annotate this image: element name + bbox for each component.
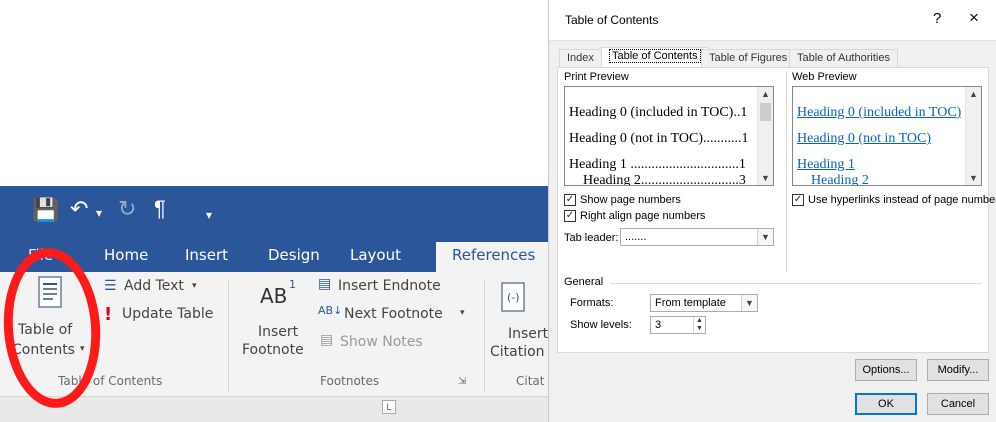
insert-citation-label-line2: Citation [490,344,545,360]
preview-divider [786,72,787,272]
tab-table-of-contents[interactable]: Table of Contents [601,47,709,68]
general-divider [610,283,982,284]
show-levels-label: Show levels: [570,319,632,331]
use-hyperlinks-label: Use hyperlinks instead of page numbers [808,194,996,206]
tab-layout[interactable]: Layout [350,242,401,272]
spinner-arrows-icon[interactable]: ▲ ▼ [693,317,705,333]
options-button[interactable]: Options... [855,359,917,381]
scroll-down-icon[interactable]: ▼ [969,173,978,183]
general-label: General [564,276,604,288]
tab-table-of-figures[interactable]: Table of Figures [701,49,796,68]
tab-table-of-figures-label: Table of Figures [709,52,788,64]
tab-leader-value: ....... [625,231,647,243]
modify-button[interactable]: Modify... [927,359,989,381]
tab-selector-icon[interactable]: L [382,400,396,414]
group-separator [484,280,485,392]
print-preview-scrollbar[interactable]: ▲ ▼ [757,87,773,185]
insert-endnote-icon: ▤ [318,276,332,292]
citations-group-label: Citat [516,374,545,388]
insert-footnote-label-line2: Footnote [242,342,304,358]
print-preview-line: Heading 0 (included in TOC)..1 [569,105,748,120]
footnote-superscript-icon: 1 [289,278,296,291]
web-preview-link: Heading 2 [811,173,869,186]
web-preview-link: Heading 0 (not in TOC) [797,131,932,146]
dialog-client-area: Index Table of Contents Table of Figures… [549,40,996,422]
insert-footnote-label-line1: Insert [258,324,299,340]
web-preview-box[interactable]: Heading 0 (included in TOC) Heading 0 (n… [792,86,982,186]
toc-tab-panel: Print Preview Heading 0 (included in TOC… [557,67,996,353]
web-preview-scrollbar[interactable]: ▲ ▼ [965,87,981,185]
checkmark-icon: ✓ [564,210,576,222]
print-preview-line: Heading 0 (not in TOC)...........1 [569,131,749,146]
help-icon[interactable]: ? [933,10,941,27]
tab-table-of-authorities[interactable]: Table of Authorities [789,49,898,68]
undo-icon[interactable]: ↶ [70,198,88,220]
word-ribbon: 💾 ↶ ▾ ↻ ¶ ▾ File Home Insert Design Layo… [0,186,548,422]
scroll-up-icon[interactable]: ▲ [761,89,770,99]
chevron-down-icon: ▼ [741,295,757,311]
update-table-label: Update Table [122,306,214,322]
tab-index[interactable]: Index [559,49,602,68]
undo-dropdown-icon[interactable]: ▾ [96,202,102,224]
show-levels-stepper[interactable]: 3 ▲ ▼ [650,316,706,334]
next-footnote-dropdown-icon: ▾ [460,308,465,318]
update-table-icon: ! [104,304,113,325]
web-preview-label: Web Preview [792,71,857,83]
tab-design[interactable]: Design [268,242,320,272]
right-align-label: Right align page numbers [580,210,706,222]
cancel-button[interactable]: Cancel [927,393,989,415]
show-levels-value: 3 [655,319,662,331]
close-icon[interactable]: × [969,8,979,28]
tab-leader-label: Tab leader: [564,232,619,244]
chevron-down-icon: ▼ [757,229,773,245]
ruler-strip: L [0,396,548,422]
add-text-dropdown-icon: ▾ [192,281,197,291]
citation-icon: (-) [501,282,525,312]
tab-references[interactable]: References [436,242,548,272]
checkmark-icon: ✓ [792,194,804,206]
tab-index-label: Index [567,52,594,64]
scroll-up-icon[interactable]: ▲ [969,89,978,99]
quick-access-toolbar: 💾 ↶ ▾ ↻ ¶ ▾ [0,186,548,236]
ok-button[interactable]: OK [855,393,917,415]
paragraph-mark-icon[interactable]: ¶ [154,198,166,220]
formats-select[interactable]: From template ▼ [650,294,758,312]
dialog-title: Table of Contents [565,13,659,27]
print-preview-label: Print Preview [564,71,629,83]
print-preview-line: Heading 2............................3 [583,173,746,186]
show-notes-icon: ▤ [320,332,334,348]
insert-endnote-label: Insert Endnote [338,278,441,294]
tab-insert[interactable]: Insert [185,242,228,272]
formats-label: Formats: [570,297,614,309]
save-icon[interactable]: 💾 [32,199,59,221]
toc-dialog: Table of Contents ? × Index Table of Con… [548,0,996,422]
redo-icon[interactable]: ↻ [118,198,136,220]
show-notes-label: Show Notes [340,334,423,350]
footnote-icon: AB [260,284,288,308]
web-preview-link: Heading 1 [797,157,855,172]
ribbon-tabs: File Home Insert Design Layout Reference… [0,236,548,272]
formats-value: From template [655,297,726,309]
tab-table-of-authorities-label: Table of Authorities [797,52,890,64]
tab-table-of-contents-label: Table of Contents [609,49,701,63]
customize-toolbar-icon[interactable]: ▾ [206,204,212,226]
tab-leader-select[interactable]: ....... ▼ [620,228,774,246]
next-footnote-label: Next Footnote [344,306,443,322]
insert-citation-label-line1: Insert [508,326,548,342]
svg-text:(-): (-) [507,291,520,304]
add-text-icon: ☰ [104,278,117,294]
add-text-label: Add Text [124,278,184,294]
show-page-numbers-label: Show page numbers [580,194,681,206]
tab-home[interactable]: Home [104,242,148,272]
scroll-down-icon[interactable]: ▼ [761,173,770,183]
footnotes-group-label: Footnotes [320,374,380,388]
scroll-thumb[interactable] [760,103,771,121]
web-preview-link: Heading 0 (included in TOC) [797,105,962,120]
checkmark-icon: ✓ [564,194,576,206]
print-preview-line: Heading 1 ..............................… [569,157,746,172]
group-separator [228,280,229,392]
print-preview-box[interactable]: Heading 0 (included in TOC)..1 Heading 0… [564,86,774,186]
footnotes-dialog-launcher-icon[interactable]: ⇲ [458,376,466,387]
next-footnote-icon: AB↓ [318,304,343,317]
